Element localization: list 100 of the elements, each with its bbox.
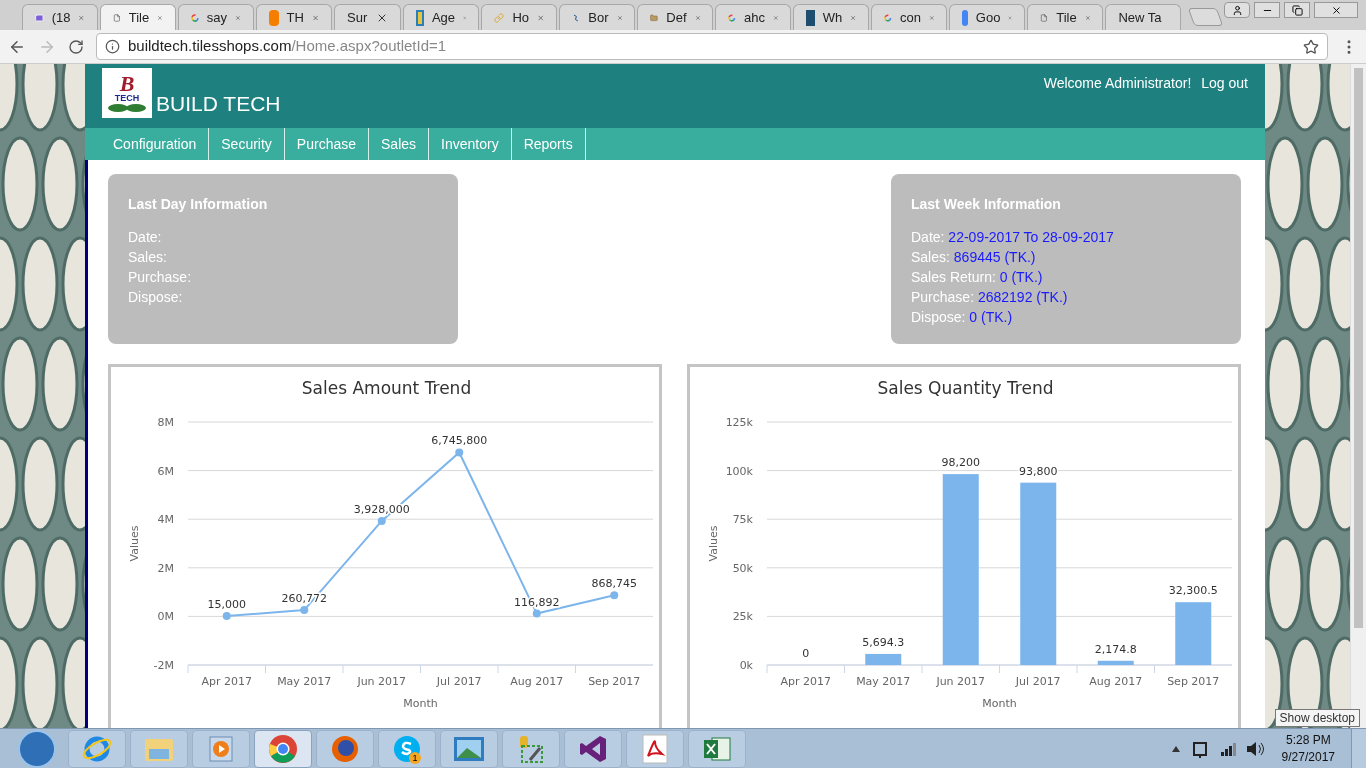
taskbar-button[interactable]: [254, 729, 312, 768]
tab-title: Tile: [1056, 8, 1077, 27]
axis-label: Aug 2017: [510, 675, 564, 688]
axis-label: May 2017: [277, 675, 332, 688]
data-point: [610, 591, 619, 600]
browser-tab[interactable]: Bor: [559, 4, 636, 30]
axis-label: 2M: [157, 561, 174, 575]
data-label: 868,745: [591, 577, 637, 591]
browser-tab[interactable]: TH: [256, 4, 332, 30]
browser-tab[interactable]: (18: [22, 4, 98, 30]
up-arrow-icon[interactable]: [1171, 745, 1180, 752]
axis-title: Values: [128, 525, 141, 562]
tab-title: Def: [666, 8, 687, 27]
data-label: 2,174.8: [1094, 642, 1137, 656]
data-point: [532, 609, 541, 618]
info-label: Dispose:: [128, 289, 183, 305]
axis-label: 75k: [732, 513, 753, 527]
taskbar-button[interactable]: [564, 729, 622, 768]
restore-button[interactable]: [1284, 2, 1310, 18]
tab-title: Wh: [822, 8, 843, 27]
data-label: 32,300.5: [1168, 584, 1218, 598]
axis-label: 100k: [725, 464, 753, 478]
logo-letter: B: [119, 73, 135, 94]
browser-tab[interactable]: Ho: [481, 4, 558, 30]
info-label: Purchase:: [128, 269, 192, 285]
tooltip: Show desktop: [1274, 709, 1360, 727]
taskbar-button[interactable]: [316, 729, 374, 768]
axis-label: 8M: [157, 416, 174, 429]
axis-label: Sep 2017: [588, 675, 641, 688]
tab-title: Sur: [347, 8, 369, 27]
data-label: 0: [802, 647, 810, 660]
axis-label: 50k: [732, 561, 753, 575]
clock-time: 5:28 PM: [1285, 731, 1331, 749]
tab-title: ahc: [743, 8, 765, 27]
browser-tab[interactable]: Tile: [1027, 4, 1104, 30]
taskbar-button[interactable]: [440, 729, 498, 768]
browser-tab[interactable]: Tile: [100, 4, 176, 30]
browser-tab[interactable]: Wh: [793, 4, 870, 30]
browser-tab[interactable]: Goo: [949, 4, 1026, 30]
info-label: Sales:: [911, 249, 950, 265]
start-button[interactable]: [18, 729, 56, 768]
signal-icon[interactable]: [1219, 741, 1238, 756]
reload-icon[interactable]: [68, 38, 84, 55]
info-label: Dispose:: [911, 309, 966, 325]
logout-link[interactable]: Log out: [1201, 73, 1248, 94]
data-point: [300, 606, 309, 615]
card-title: Last Day Information: [128, 195, 269, 214]
axis-label: 6M: [157, 464, 174, 478]
tab-title: Goo: [975, 8, 1001, 27]
user-icon: [1231, 4, 1243, 16]
axis-label: 0M: [157, 610, 174, 624]
speaker-icon[interactable]: [1245, 740, 1266, 757]
profile-button[interactable]: [1224, 2, 1250, 18]
info-value: 0 (TK.): [969, 309, 1013, 325]
bookmark-star-icon[interactable]: [1303, 38, 1319, 55]
data-label: 6,745,800: [431, 434, 488, 448]
taskbar-button[interactable]: [626, 729, 684, 768]
data-label: 93,800: [1019, 464, 1058, 478]
browser-tab[interactable]: New Ta: [1105, 4, 1182, 30]
taskbar-button[interactable]: 1: [378, 729, 436, 768]
data-point: [222, 612, 231, 621]
axis-label: Apr 2017: [780, 675, 831, 688]
show-desktop-button[interactable]: [1351, 728, 1366, 768]
browser-tab[interactable]: say: [178, 4, 254, 30]
browser-tab[interactable]: Sur: [334, 4, 402, 30]
taskbar-button[interactable]: [688, 729, 746, 768]
address-field[interactable]: buildtech.tilesshops.com/Home.aspx?outletId=1: [96, 33, 1328, 60]
pdf-icon: [642, 733, 668, 764]
photo-icon: [453, 735, 485, 762]
tab-title: TH: [286, 8, 304, 27]
info-label: Date:: [128, 229, 162, 245]
media-player-icon: [208, 734, 234, 763]
info-label: Date:: [911, 229, 945, 245]
axis-label: Jul 2017: [436, 675, 482, 688]
browser-tab[interactable]: con: [871, 4, 948, 30]
tab-title: (18: [51, 8, 71, 27]
tab-title: New Ta: [1118, 8, 1162, 27]
square-logo-icon: [806, 9, 815, 26]
tab-title: Age: [431, 8, 456, 27]
axis-label: Aug 2017: [1089, 675, 1143, 688]
data-label: 5,694.3: [862, 635, 905, 649]
tab-title: Ho: [512, 8, 529, 27]
data-point: [377, 516, 386, 525]
firefox-icon: [330, 733, 360, 764]
axis-label: 125k: [725, 416, 753, 429]
browser-tab[interactable]: ahc: [715, 4, 792, 30]
browser-tab[interactable]: Def: [637, 4, 714, 30]
info-value: 869445 (TK.): [953, 249, 1036, 265]
browser-tab[interactable]: Age: [403, 4, 480, 30]
axis-label: 25k: [732, 610, 753, 624]
power-plug-icon[interactable]: [1191, 739, 1208, 758]
card-title: Last Week Information: [911, 195, 1062, 214]
axis-title: Month: [403, 697, 438, 710]
axis-label: Jun 2017: [936, 675, 986, 688]
axis-label: May 2017: [856, 675, 911, 688]
clock-date: 9/27/2017: [1281, 748, 1335, 766]
info-value: 22-09-2017 To 28-09-2017: [948, 229, 1114, 245]
square-logo-icon: [269, 9, 279, 26]
brand-name: BUILD TECH: [156, 91, 281, 117]
tab-title: Tile: [128, 8, 150, 27]
